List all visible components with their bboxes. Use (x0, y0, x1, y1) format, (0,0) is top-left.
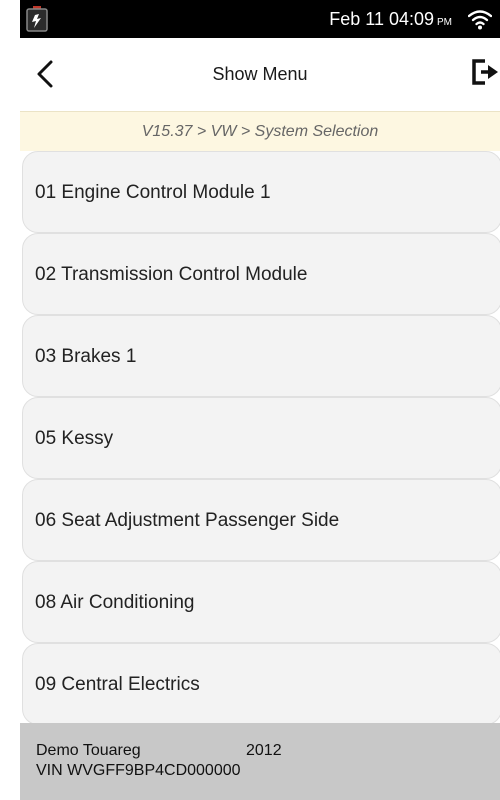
vehicle-model: Demo Touareg (36, 742, 141, 759)
page-title: Show Menu (212, 64, 308, 84)
status-date-time: Feb 11 04:09 (329, 9, 434, 29)
app-screen: Feb 11 04:09 PM Show Menu V15.37 > VW > … (20, 0, 500, 800)
screen-gutter (0, 0, 20, 800)
exit-icon (470, 59, 500, 92)
status-bar: Feb 11 04:09 PM (20, 0, 500, 38)
system-item-brakes[interactable]: 03 Brakes 1 (22, 315, 500, 397)
system-item-label: 05 Kessy (35, 428, 114, 449)
system-item-label: 09 Central Electrics (35, 674, 200, 695)
back-button[interactable] (34, 58, 56, 90)
system-list: 01 Engine Control Module 1 02 Transmissi… (20, 151, 500, 723)
app-header: Show Menu (20, 38, 500, 111)
system-item-seat-adjustment-passenger[interactable]: 06 Seat Adjustment Passenger Side (22, 479, 500, 561)
system-item-engine-control-module[interactable]: 01 Engine Control Module 1 (22, 151, 500, 233)
system-item-air-conditioning[interactable]: 08 Air Conditioning (22, 561, 500, 643)
system-item-kessy[interactable]: 05 Kessy (22, 397, 500, 479)
system-item-label: 08 Air Conditioning (35, 592, 195, 613)
breadcrumb: V15.37 > VW > System Selection (20, 111, 500, 151)
vehicle-year: 2012 (246, 742, 282, 759)
system-item-label: 02 Transmission Control Module (35, 264, 308, 285)
system-item-label: 01 Engine Control Module 1 (35, 182, 271, 203)
vehicle-vin: VIN WVGFF9BP4CD000000 (36, 762, 241, 779)
system-item-central-electrics[interactable]: 09 Central Electrics (22, 643, 500, 723)
wifi-icon (467, 10, 493, 30)
exit-button[interactable] (470, 56, 500, 88)
system-item-label: 03 Brakes 1 (35, 346, 137, 367)
battery-charging-icon (26, 6, 48, 32)
back-arrow-icon (34, 60, 56, 94)
status-clock: Feb 11 04:09 PM (329, 0, 452, 38)
system-item-transmission-control-module[interactable]: 02 Transmission Control Module (22, 233, 500, 315)
vehicle-info-footer: Demo Touareg 2012 VIN WVGFF9BP4CD000000 (20, 723, 500, 800)
system-item-label: 06 Seat Adjustment Passenger Side (35, 510, 340, 531)
status-ampm: PM (437, 17, 452, 28)
